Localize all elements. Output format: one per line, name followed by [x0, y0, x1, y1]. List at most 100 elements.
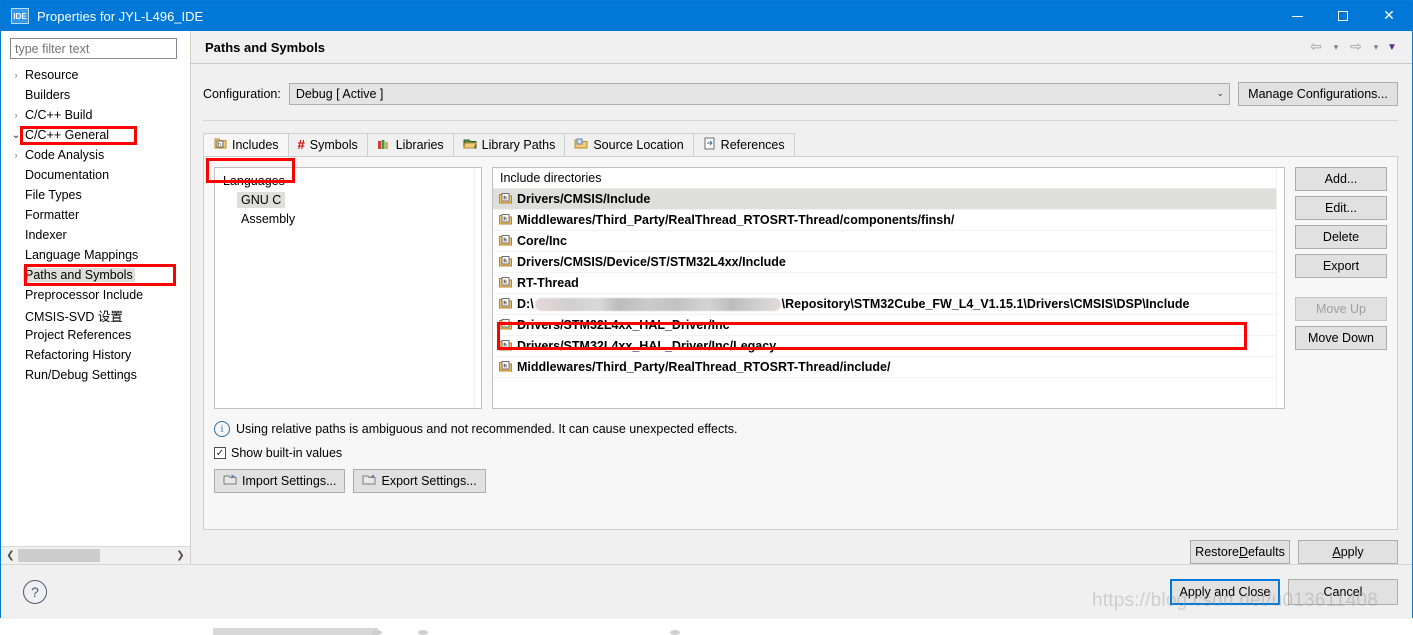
nav-icons: ⇦ ▾ ⇨ ▾ ▼: [1306, 31, 1398, 63]
sidebar-item-file-types[interactable]: File Types: [1, 185, 190, 205]
minimize-button[interactable]: [1274, 1, 1320, 31]
back-arrow-icon[interactable]: ⇦: [1306, 39, 1326, 55]
move-down-button[interactable]: Move Down: [1295, 326, 1387, 350]
import-icon: [223, 473, 237, 489]
include-list-scrollbar[interactable]: [1276, 168, 1284, 408]
svg-text:h: h: [503, 343, 507, 349]
tab-label: Source Location: [593, 138, 684, 152]
close-button[interactable]: ✕: [1366, 1, 1412, 31]
delete-button[interactable]: Delete: [1295, 225, 1387, 249]
scroll-left-icon[interactable]: ❮: [3, 550, 18, 561]
forward-dropdown-icon[interactable]: ▾: [1370, 42, 1382, 53]
show-builtin-values-checkbox[interactable]: ✓ Show built-in values: [214, 446, 1387, 460]
sidebar-item-preprocessor-include[interactable]: Preprocessor Include: [1, 285, 190, 305]
include-folder-icon: h: [498, 213, 513, 227]
sidebar-hscrollbar[interactable]: ❮ ❯: [1, 546, 190, 564]
source-folder-icon: [574, 138, 588, 153]
tab-source-location[interactable]: Source Location: [564, 133, 694, 156]
tab-symbols[interactable]: # Symbols: [287, 133, 368, 156]
include-directory-row[interactable]: h Core/Inc: [493, 231, 1284, 252]
tab-references[interactable]: References: [692, 133, 795, 156]
help-icon[interactable]: ?: [23, 580, 47, 604]
sidebar-item-code-analysis[interactable]: › Code Analysis: [1, 145, 190, 165]
include-directory-row[interactable]: h Middlewares/Third_Party/RealThread_RTOS…: [493, 357, 1284, 378]
svg-text:h: h: [503, 322, 507, 328]
back-dropdown-icon[interactable]: ▾: [1330, 42, 1342, 53]
svg-text:h: h: [218, 142, 221, 148]
import-settings-button[interactable]: Import Settings...: [214, 469, 346, 493]
sidebar-item-resource[interactable]: › Resource: [1, 65, 190, 85]
page-title: Paths and Symbols: [205, 39, 325, 55]
chevron-right-icon[interactable]: ›: [9, 110, 23, 120]
chevron-right-icon[interactable]: ›: [9, 150, 23, 160]
language-item-gnu-c[interactable]: GNU C: [237, 191, 481, 210]
chevron-down-icon[interactable]: ⌄: [9, 130, 23, 141]
include-directory-row[interactable]: h Drivers/CMSIS/Include: [493, 189, 1284, 210]
include-directory-row[interactable]: h Drivers/CMSIS/Device/ST/STM32L4xx/Inclu…: [493, 252, 1284, 273]
filter-wrap: [1, 31, 190, 63]
hscroll-thumb[interactable]: [18, 549, 100, 562]
sidebar-item-c-c-general[interactable]: ⌄ C/C++ General: [1, 125, 190, 145]
sidebar-item-label: Paths and Symbols: [23, 268, 135, 282]
sidebar-item-cmsis-svd[interactable]: CMSIS-SVD 设置: [1, 305, 190, 325]
svg-text:h: h: [503, 364, 507, 370]
include-directories-list[interactable]: Include directories h Drivers/CMSIS/Inclu…: [492, 167, 1285, 409]
svg-text:h: h: [503, 238, 507, 244]
sidebar-item-indexer[interactable]: Indexer: [1, 225, 190, 245]
maximize-button[interactable]: [1320, 1, 1366, 31]
include-directory-row[interactable]: h RT-Thread: [493, 273, 1284, 294]
sidebar-item-label: C/C++ Build: [25, 108, 93, 122]
tab-label: Includes: [232, 138, 279, 152]
includes-tab-panel: Languages GNU C Assembly Include director…: [203, 156, 1398, 530]
sidebar-item-builders[interactable]: Builders: [1, 85, 190, 105]
maximize-icon: [1338, 11, 1348, 21]
filter-input[interactable]: [10, 38, 177, 59]
tab-libraries[interactable]: Libraries: [366, 133, 454, 156]
checkbox-icon: ✓: [214, 447, 226, 459]
include-directory-row[interactable]: h D:\ \Repository\STM32Cube_FW_L4_V1.15.1\…: [493, 294, 1284, 315]
include-folder-icon: h: [498, 297, 513, 311]
sidebar-item-project-references[interactable]: Project References: [1, 325, 190, 345]
include-folder-icon: h: [498, 192, 513, 206]
export-button[interactable]: Export: [1295, 254, 1387, 278]
manage-configurations-button[interactable]: Manage Configurations...: [1238, 82, 1398, 106]
configuration-row: Configuration: Debug [ Active ] ⌄ Manage…: [191, 64, 1412, 106]
languages-list[interactable]: Languages GNU C Assembly: [214, 167, 482, 409]
import-settings-label: Import Settings...: [242, 474, 337, 488]
include-folder-icon: h: [498, 255, 513, 269]
sidebar-item-language-mappings[interactable]: Language Mappings: [1, 245, 190, 265]
hscroll-track[interactable]: [18, 548, 173, 563]
include-directory-row[interactable]: h Drivers/STM32L4xx_HAL_Driver/Inc: [493, 315, 1284, 336]
tab-includes[interactable]: h Includes: [203, 133, 289, 156]
add-button[interactable]: Add...: [1295, 167, 1387, 191]
languages-scrollbar[interactable]: [474, 168, 481, 408]
view-menu-icon[interactable]: ▼: [1386, 42, 1398, 53]
restore-defaults-button[interactable]: Restore Defaults: [1190, 540, 1290, 564]
forward-arrow-icon[interactable]: ⇨: [1346, 39, 1366, 55]
sidebar-item-refactoring-history[interactable]: Refactoring History: [1, 345, 190, 365]
edit-button[interactable]: Edit...: [1295, 196, 1387, 220]
configuration-select[interactable]: Debug [ Active ] ⌄: [288, 83, 1230, 105]
include-directory-row[interactable]: h Middlewares/Third_Party/RealThread_RTOS…: [493, 210, 1284, 231]
tab-bar[interactable]: h Includes # Symbols Libraries Library Paths S…: [203, 133, 1412, 156]
include-directory-row[interactable]: h Drivers/STM32L4xx_HAL_Driver/Inc/Legacy: [493, 336, 1284, 357]
relative-paths-notice: i Using relative paths is ambiguous and …: [214, 421, 1387, 437]
sidebar-item-run-debug-settings[interactable]: Run/Debug Settings: [1, 365, 190, 385]
sidebar-item-label: CMSIS-SVD 设置: [25, 309, 123, 324]
language-item-assembly[interactable]: Assembly: [237, 210, 481, 229]
properties-dialog: IDE Properties for JYL-L496_IDE ✕ ›Resou…: [0, 0, 1413, 619]
chevron-right-icon[interactable]: ›: [9, 70, 23, 80]
export-settings-button[interactable]: Export Settings...: [353, 469, 486, 493]
sidebar-item-formatter[interactable]: Formatter: [1, 205, 190, 225]
sidebar-item-documentation[interactable]: Documentation: [1, 165, 190, 185]
settings-tree[interactable]: › Resource Builders › C/C++ Build ⌄ C/C++ Gene…: [1, 63, 190, 546]
open-folder-icon: [463, 138, 477, 153]
include-folder-icon: h: [498, 360, 513, 374]
tab-library-paths[interactable]: Library Paths: [452, 133, 566, 156]
configuration-value: Debug [ Active ]: [295, 87, 384, 101]
sidebar-item-c-c-build[interactable]: › C/C++ Build: [1, 105, 190, 125]
settings-sidebar: ›ResourceBuilders›C/C++ Build⌄C/C++ Gene…: [1, 31, 191, 564]
sidebar-item-paths-and-symbols[interactable]: Paths and Symbols: [1, 265, 190, 285]
apply-button[interactable]: Apply: [1298, 540, 1398, 564]
scroll-right-icon[interactable]: ❯: [173, 550, 188, 561]
